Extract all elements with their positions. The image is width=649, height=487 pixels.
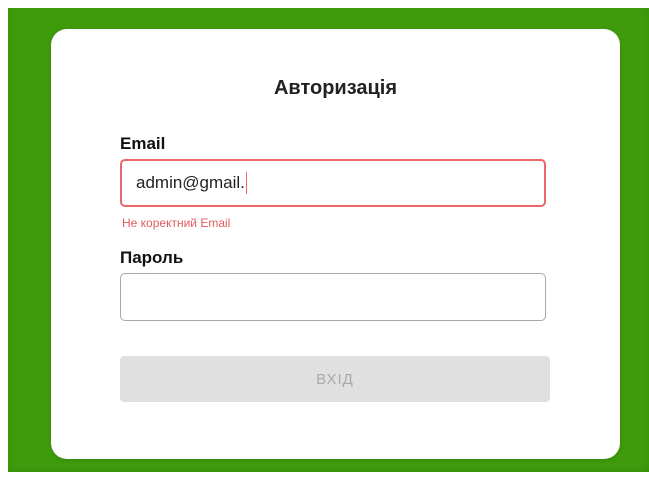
page-title: Авторизація [273,77,398,99]
login-card: Авторизація Email admin@gmail. Не корект… [51,29,620,459]
password-field[interactable] [120,273,546,321]
email-error-message: Не коректний Email [122,216,231,230]
email-label: Email [120,134,166,153]
login-button[interactable]: ВХІД [120,356,550,402]
password-label: Пароль [120,248,184,267]
page-background: Авторизація Email admin@gmail. Не корект… [8,8,649,472]
email-field[interactable]: admin@gmail. [120,159,546,207]
text-cursor [245,172,247,194]
email-field-value: admin@gmail. [136,173,245,192]
